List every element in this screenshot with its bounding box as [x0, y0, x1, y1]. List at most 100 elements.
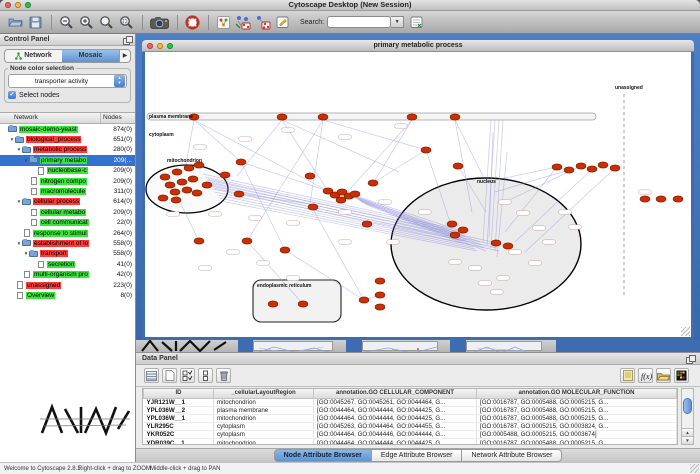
search-options-icon[interactable] — [408, 13, 426, 31]
network-node[interactable] — [194, 238, 204, 244]
data-panel-float-icon[interactable] — [686, 355, 694, 362]
tab-network[interactable]: Network — [5, 50, 62, 62]
network-node[interactable] — [182, 187, 192, 193]
cascaded-windows-strip[interactable] — [136, 340, 700, 352]
zoom-fit-icon[interactable] — [117, 13, 135, 31]
network-window-titlebar[interactable]: primary metabolic process — [142, 40, 694, 52]
help-lifesaver-icon[interactable] — [183, 13, 201, 31]
tree-row[interactable]: ▼transport558(0) — [0, 249, 135, 259]
edge[interactable] — [323, 120, 426, 150]
tree-row[interactable]: cell communicat22(0) — [0, 218, 135, 228]
table-row[interactable]: YJR121W__1mitochondrion[GO:0045267, GO:0… — [144, 398, 677, 406]
network-node[interactable] — [242, 238, 252, 244]
network-node[interactable] — [192, 190, 202, 196]
network-node[interactable] — [368, 180, 378, 186]
network-node[interactable] — [277, 114, 287, 120]
network-node[interactable] — [318, 114, 328, 120]
unselect-attributes-icon[interactable] — [198, 368, 213, 383]
open-file-icon[interactable] — [6, 13, 24, 31]
tab-edge-attribute-browser[interactable]: Edge Attribute Browser — [372, 449, 463, 462]
net-zoom-button[interactable] — [167, 43, 173, 49]
network-node[interactable] — [170, 189, 180, 195]
network-node[interactable] — [160, 174, 170, 180]
float-panel-icon[interactable] — [123, 36, 131, 43]
edge[interactable] — [373, 120, 412, 183]
zoom-selected-icon[interactable] — [97, 13, 115, 31]
tree-row[interactable]: response to stimul264(0) — [0, 228, 135, 238]
network-node[interactable] — [453, 163, 463, 169]
network-node[interactable] — [421, 147, 431, 153]
table-row[interactable]: YPL036W__2plasma membrane[GO:0044464, GO… — [144, 406, 677, 414]
table-scrollbar[interactable]: ▲ ▼ — [681, 388, 694, 445]
tree-row[interactable]: ▼biological_process651(0) — [0, 134, 135, 144]
network-node[interactable] — [587, 166, 597, 172]
scroll-down-icon[interactable]: ▼ — [682, 436, 693, 444]
network-node[interactable] — [220, 172, 230, 178]
network-node[interactable] — [610, 165, 620, 171]
import-network-icon[interactable] — [234, 13, 252, 31]
net-minimize-button[interactable] — [157, 43, 163, 49]
table-row[interactable]: YPL036W__1mitochondrion[GO:0044464, GO:0… — [144, 414, 677, 422]
table-row[interactable]: YDR039C__1mitochondrion[GO:0044464, GO:0… — [144, 439, 677, 445]
edge[interactable] — [247, 120, 323, 241]
network-node[interactable] — [576, 163, 586, 169]
network-node[interactable] — [158, 195, 168, 201]
network-node[interactable] — [458, 227, 468, 233]
vizmapper-icon[interactable] — [214, 13, 232, 31]
network-node[interactable] — [359, 297, 369, 303]
network-node[interactable] — [450, 114, 460, 120]
tree-col-nodes[interactable]: Nodes — [101, 113, 135, 123]
tree-row[interactable]: ▼primary metabo209(... — [0, 155, 135, 165]
save-icon[interactable] — [26, 13, 44, 31]
network-node[interactable] — [450, 232, 460, 238]
tree-row[interactable]: nucleobase-c209(0) — [0, 166, 135, 176]
network-node[interactable] — [188, 176, 198, 182]
tab-node-attribute-browser[interactable]: Node Attribute Browser — [274, 449, 372, 462]
network-node[interactable] — [656, 196, 666, 202]
network-node[interactable] — [407, 114, 417, 120]
select-nodes-checkbox[interactable]: ✓ — [8, 91, 16, 99]
scrollbar-thumb[interactable] — [683, 398, 692, 414]
attribute-editor-icon[interactable] — [620, 368, 635, 383]
tree-row[interactable]: multi-organism pro42(0) — [0, 269, 135, 279]
tree-row[interactable]: secretion41(0) — [0, 259, 135, 269]
network-node[interactable] — [375, 278, 385, 284]
network-node[interactable] — [202, 182, 212, 188]
tree-col-network[interactable]: Network — [0, 113, 101, 123]
network-node[interactable] — [640, 196, 650, 202]
net-close-button[interactable] — [147, 43, 153, 49]
network-node[interactable] — [184, 165, 194, 171]
zoom-in-icon[interactable] — [77, 13, 95, 31]
tab-overflow-arrow[interactable]: ▶ — [119, 50, 130, 62]
edge[interactable] — [486, 167, 557, 182]
function-builder-icon[interactable]: f(x) — [638, 368, 653, 383]
tree-row[interactable]: ▼cellular process614(0) — [0, 197, 135, 207]
table-column-header[interactable]: annotation.GO MOLECULAR_FUNCTION — [477, 389, 677, 398]
network-node[interactable] — [165, 182, 175, 188]
tree-row[interactable]: mosaic-demo-yeast874(0) — [0, 124, 135, 134]
delete-attribute-icon[interactable] — [216, 368, 231, 383]
attribute-table-icon[interactable] — [144, 368, 159, 383]
zoom-out-icon[interactable] — [57, 13, 75, 31]
table-column-header[interactable]: ID — [144, 389, 214, 398]
tab-network-attribute-browser[interactable]: Network Attribute Browser — [462, 449, 562, 462]
import-table-icon[interactable] — [254, 13, 272, 31]
network-node[interactable] — [447, 221, 457, 227]
tree-row[interactable]: unassigned223(0) — [0, 280, 135, 290]
scroll-up-icon[interactable]: ▲ — [682, 428, 693, 436]
network-node[interactable] — [236, 159, 246, 165]
annotation-icon[interactable] — [274, 13, 292, 31]
tree-row[interactable]: ▼metabolic process280(0) — [0, 145, 135, 155]
tab-mosaic[interactable]: Mosaic — [62, 50, 119, 62]
tree-row[interactable]: Overview8(0) — [0, 290, 135, 300]
select-attributes-icon[interactable] — [180, 368, 195, 383]
network-graph[interactable]: plasma membranecytoplasmmitochondrionnuc… — [145, 52, 691, 337]
window-resize-grip-icon[interactable] — [690, 464, 699, 473]
new-attribute-icon[interactable] — [162, 368, 177, 383]
network-node[interactable] — [171, 197, 181, 203]
network-node[interactable] — [234, 191, 244, 197]
network-node[interactable] — [268, 301, 278, 307]
network-node[interactable] — [305, 173, 315, 179]
search-dropdown-button[interactable]: ▼ — [391, 16, 404, 28]
network-node[interactable] — [336, 197, 346, 203]
